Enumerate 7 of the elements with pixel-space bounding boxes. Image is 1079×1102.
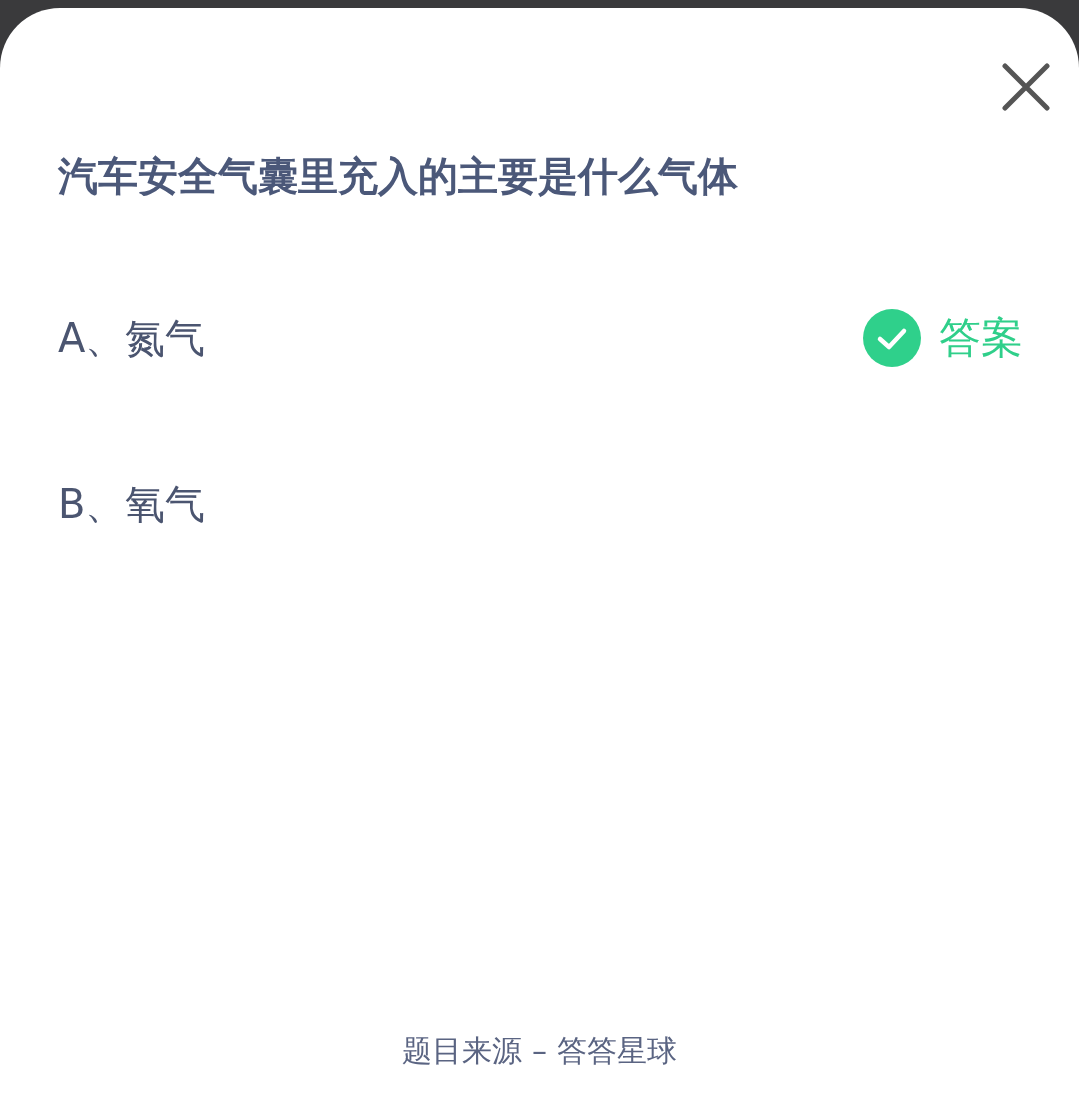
question-text: 汽车安全气囊里充入的主要是什么气体: [58, 152, 739, 201]
close-button[interactable]: [999, 60, 1053, 114]
source-text: 题目来源 – 答答星球: [402, 1032, 677, 1070]
answer-label: 答案: [939, 312, 1023, 364]
option-text[interactable]: B、氧气: [58, 476, 206, 532]
option-text[interactable]: A、氮气: [58, 310, 206, 366]
close-icon: [999, 60, 1053, 114]
